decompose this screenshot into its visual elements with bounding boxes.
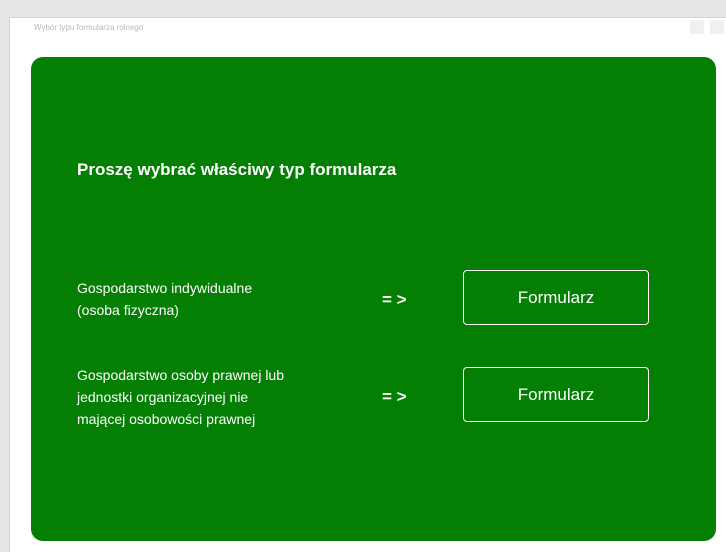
- window-title: Wybór typu formularza rolnego: [34, 23, 144, 32]
- individual-farm-label: Gospodarstwo indywidualne (osoba fizyczn…: [77, 280, 253, 318]
- close-button[interactable]: [710, 20, 724, 34]
- arrow-individual: = >: [382, 290, 407, 309]
- page-heading: Proszę wybrać właściwy typ formularza: [77, 160, 397, 179]
- form-type-panel: Proszę wybrać właściwy typ formularza Go…: [31, 57, 716, 541]
- legal-entity-form-button[interactable]: Formularz: [463, 367, 649, 422]
- legal-entity-farm-label: Gospodarstwo osoby prawnej lub jednostki…: [77, 367, 285, 427]
- minimize-button[interactable]: [690, 20, 704, 34]
- app-window: Wybór typu formularza rolnego Proszę wyb…: [9, 17, 726, 552]
- individual-form-button[interactable]: Formularz: [463, 270, 649, 325]
- arrow-legal-entity: = >: [382, 387, 407, 406]
- title-bar[interactable]: Wybór typu formularza rolnego: [10, 18, 726, 38]
